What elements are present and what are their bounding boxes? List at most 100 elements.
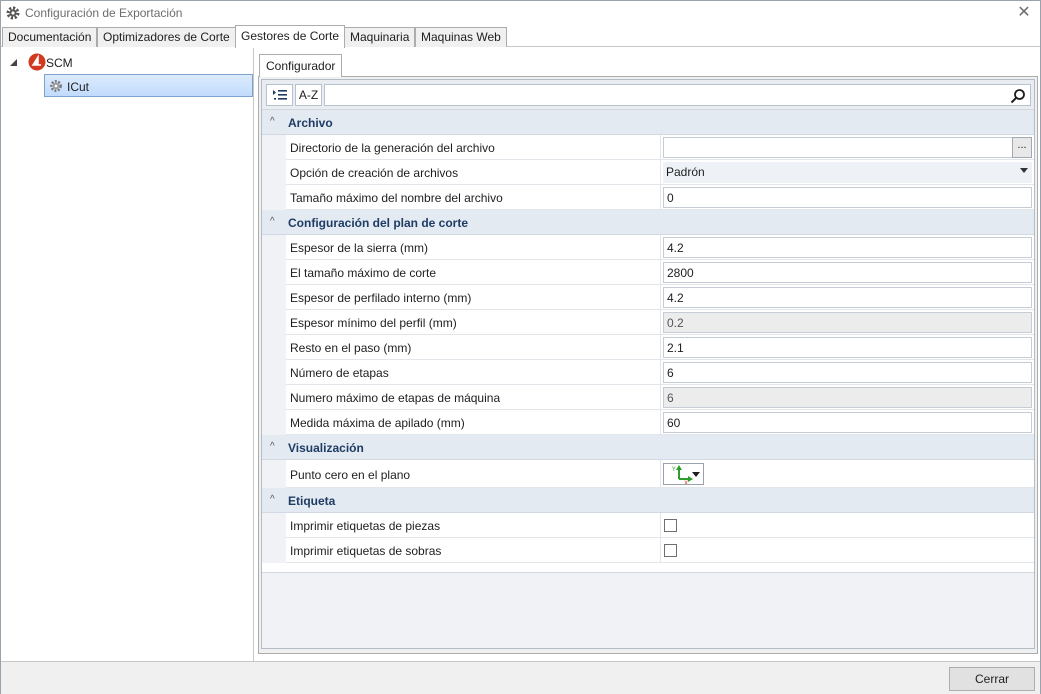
search-input[interactable] [324, 84, 1031, 106]
column-separator[interactable] [660, 460, 661, 488]
machine-tree: SCM ICut [1, 47, 254, 661]
column-separator[interactable] [660, 260, 661, 285]
property-row: Tamaño máximo del nombre del archivo 0 [262, 185, 1034, 210]
tab-optimizadores-de-corte[interactable]: Optimizadores de Corte [97, 27, 236, 47]
category-archivo[interactable]: ^ Archivo [262, 110, 1034, 135]
export-config-window: Configuración de Exportación ✕ Documenta… [0, 0, 1041, 694]
row-gutter [262, 410, 286, 435]
stage-count-input[interactable]: 6 [663, 362, 1032, 383]
column-separator[interactable] [660, 335, 661, 360]
axis-x-label: X [684, 480, 688, 484]
saw-thickness-input[interactable]: 4.2 [663, 237, 1032, 258]
category-name: Visualización [288, 441, 364, 455]
zero-point-select[interactable]: Y X [663, 463, 704, 485]
collapse-chevron-icon[interactable]: ^ [270, 116, 275, 127]
property-row: Punto cero en el plano Y X [262, 460, 1034, 488]
column-separator[interactable] [660, 135, 661, 160]
row-gutter [262, 385, 286, 410]
directory-field[interactable]: ... [663, 137, 1032, 158]
category-name: Archivo [288, 116, 333, 130]
alphabetical-view-button[interactable]: A-Z [295, 84, 322, 106]
tab-maquinas-web[interactable]: Maquinas Web [415, 27, 507, 47]
categorized-view-icon [272, 90, 287, 100]
collapse-chevron-icon[interactable]: ^ [270, 494, 275, 505]
tab-documentacion[interactable]: Documentación [2, 27, 98, 47]
column-separator[interactable] [660, 185, 661, 210]
column-separator[interactable] [660, 160, 661, 185]
property-label: Punto cero en el plano [290, 468, 411, 482]
category-plan-de-corte[interactable]: ^ Configuración del plan de corte [262, 210, 1034, 235]
column-separator[interactable] [660, 513, 661, 538]
row-gutter [262, 310, 286, 335]
internal-profiling-thickness-input[interactable]: 4.2 [663, 287, 1032, 308]
max-cut-size-input[interactable]: 2800 [663, 262, 1032, 283]
property-label: Directorio de la generación del archivo [290, 141, 495, 155]
chevron-down-icon[interactable] [1020, 168, 1028, 173]
column-separator[interactable] [660, 235, 661, 260]
content-area: SCM ICut Configurador A-Z ^ Archivo Dire… [1, 47, 1040, 661]
search-icon[interactable] [1010, 88, 1026, 104]
property-row: Opción de creación de archivos Padrón [262, 160, 1034, 185]
print-offcut-labels-checkbox[interactable] [664, 544, 677, 557]
tab-configurador[interactable]: Configurador [259, 54, 343, 77]
property-row: Espesor de perfilado interno (mm) 4.2 [262, 285, 1034, 310]
categorized-view-button[interactable] [266, 84, 293, 106]
column-separator[interactable] [660, 385, 661, 410]
main-tabs: Documentación Optimizadores de Corte Ges… [1, 25, 1040, 48]
property-label: Resto en el paso (mm) [290, 341, 412, 355]
property-row: Resto en el paso (mm) 2.1 [262, 335, 1034, 360]
property-label: Número de etapas [290, 366, 389, 380]
print-part-labels-checkbox[interactable] [664, 519, 677, 532]
column-separator[interactable] [660, 360, 661, 385]
category-visualizacion[interactable]: ^ Visualización [262, 435, 1034, 460]
close-icon[interactable]: ✕ [1014, 3, 1034, 23]
property-grid-toolbar: A-Z [262, 80, 1034, 110]
collapse-chevron-icon[interactable]: ^ [270, 441, 275, 452]
max-filename-size-input[interactable]: 0 [663, 187, 1032, 208]
column-separator[interactable] [660, 410, 661, 435]
property-row: El tamaño máximo de corte 2800 [262, 260, 1034, 285]
max-stacking-size-input[interactable]: 60 [663, 412, 1032, 433]
tab-gestores-de-corte[interactable]: Gestores de Corte [235, 25, 346, 48]
property-rows: ^ Archivo Directorio de la generación de… [262, 110, 1034, 573]
property-row: Imprimir etiquetas de sobras [262, 538, 1034, 563]
file-creation-option-select[interactable]: Padrón [663, 162, 1032, 183]
tree-expander-icon[interactable] [10, 59, 17, 66]
property-label: Imprimir etiquetas de piezas [290, 519, 441, 533]
scm-logo-icon [28, 53, 46, 71]
property-label: Tamaño máximo del nombre del archivo [290, 191, 503, 205]
close-button[interactable]: Cerrar [949, 667, 1035, 691]
row-gutter [262, 235, 286, 260]
column-separator[interactable] [660, 310, 661, 335]
property-label: El tamaño máximo de corte [290, 266, 437, 280]
configurator-area: Configurador A-Z ^ Archivo Directorio de… [255, 47, 1040, 661]
select-value: Padrón [666, 165, 705, 179]
property-row: Número de etapas 6 [262, 360, 1034, 385]
property-label: Opción de creación de archivos [290, 166, 459, 180]
column-separator[interactable] [660, 285, 661, 310]
gear-icon [6, 6, 20, 20]
category-name: Configuración del plan de corte [288, 216, 469, 230]
column-separator[interactable] [660, 538, 661, 563]
browse-button[interactable]: ... [1012, 137, 1032, 158]
gear-icon [50, 80, 62, 92]
category-etiqueta[interactable]: ^ Etiqueta [262, 488, 1034, 513]
property-label: Medida máxima de apilado (mm) [290, 416, 465, 430]
row-gutter [262, 260, 286, 285]
step-remainder-input[interactable]: 2.1 [663, 337, 1032, 358]
property-row: Espesor mínimo del perfil (mm) 0.2 [262, 310, 1034, 335]
row-gutter [262, 460, 286, 488]
tree-item-scm[interactable]: SCM [46, 56, 73, 70]
configurator-panel: A-Z ^ Archivo Directorio de la generació… [258, 76, 1038, 654]
tree-item-icut[interactable]: ICut [67, 80, 89, 94]
chevron-down-icon[interactable] [692, 472, 700, 477]
property-row: Imprimir etiquetas de piezas [262, 513, 1034, 538]
tab-maquinaria[interactable]: Maquinaria [344, 27, 416, 47]
row-gutter [262, 135, 286, 160]
property-grid: A-Z ^ Archivo Directorio de la generació… [261, 79, 1035, 649]
axis-y-label: Y [671, 466, 676, 473]
window-title: Configuración de Exportación [25, 6, 183, 20]
collapse-chevron-icon[interactable]: ^ [270, 216, 275, 227]
max-machine-stages-field: 6 [663, 387, 1032, 408]
footer-bar: Cerrar [1, 661, 1040, 694]
